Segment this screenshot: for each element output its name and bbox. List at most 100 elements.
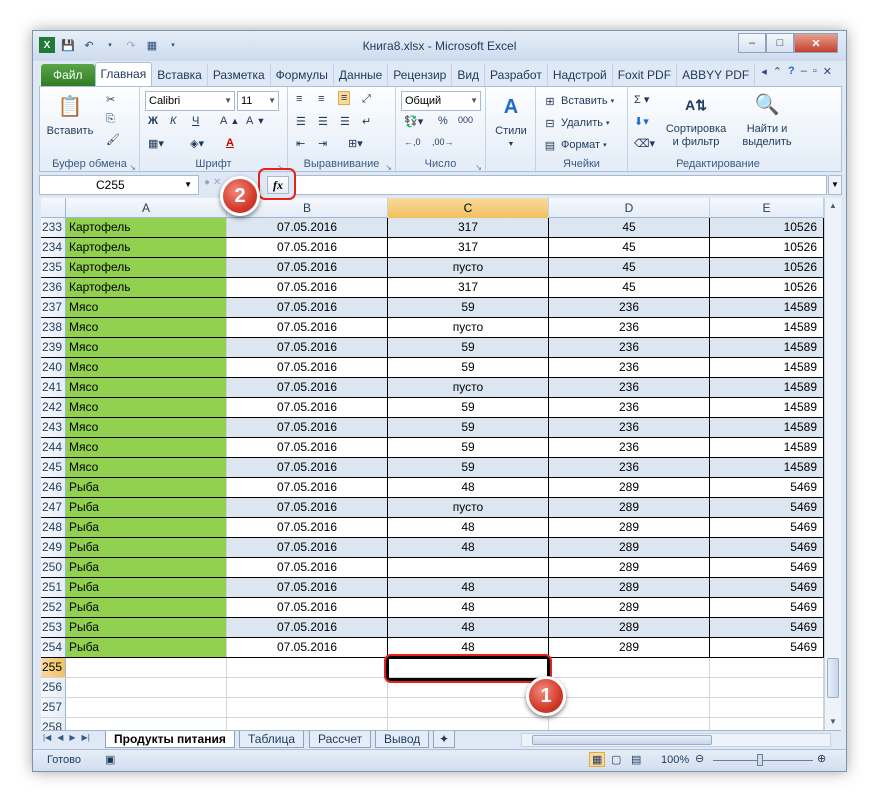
cell-product[interactable]: Картофель xyxy=(66,258,227,277)
cell-d[interactable]: 45 xyxy=(549,238,710,257)
cell-product[interactable]: Мясо xyxy=(66,298,227,317)
minimize-ribbon-icon[interactable]: ⌃ xyxy=(773,65,782,78)
zoom-in-icon[interactable]: ⊕ xyxy=(817,752,826,765)
row-header[interactable]: 252 xyxy=(41,598,66,617)
wrap-text-icon[interactable]: ↵ xyxy=(362,115,371,128)
cell-e[interactable]: 14589 xyxy=(710,318,824,337)
sheet-tab-output[interactable]: Вывод xyxy=(375,731,430,748)
row-header[interactable]: 235 xyxy=(41,258,66,277)
align-right-icon[interactable]: ☰ xyxy=(340,115,350,128)
cell-product[interactable]: Рыба xyxy=(66,518,227,537)
zoom-slider[interactable] xyxy=(713,760,813,761)
increase-decimal-icon[interactable]: ←,0 xyxy=(404,137,421,147)
cell-c[interactable]: 48 xyxy=(388,578,549,597)
empty-cell[interactable] xyxy=(549,698,710,717)
sheet-tab-table[interactable]: Таблица xyxy=(239,731,305,748)
row-header[interactable]: 249 xyxy=(41,538,66,557)
cell-d[interactable]: 45 xyxy=(549,218,710,237)
tab-home[interactable]: Главная xyxy=(94,62,153,86)
italic-button[interactable]: К xyxy=(170,115,176,127)
insert-cells-button[interactable]: ⊞ Вставить ▾ xyxy=(542,93,614,109)
cell-e[interactable]: 14589 xyxy=(710,358,824,377)
cut-icon[interactable]: ✂ xyxy=(106,93,115,106)
doc-minimize-icon[interactable]: – xyxy=(801,65,807,78)
empty-cell[interactable] xyxy=(388,718,549,730)
empty-cell[interactable] xyxy=(549,678,710,697)
scroll-down-icon[interactable]: ▼ xyxy=(825,714,841,730)
cell-date[interactable]: 07.05.2016 xyxy=(227,498,388,517)
cell-product[interactable]: Рыба xyxy=(66,538,227,557)
tab-foxit-pdf[interactable]: Foxit PDF xyxy=(613,64,678,86)
cell-e[interactable]: 10526 xyxy=(710,218,824,237)
cell-date[interactable]: 07.05.2016 xyxy=(227,478,388,497)
cell-product[interactable]: Мясо xyxy=(66,318,227,337)
cell-product[interactable]: Мясо xyxy=(66,378,227,397)
cell-product[interactable]: Рыба xyxy=(66,478,227,497)
insert-sheet-icon[interactable]: ✦ xyxy=(433,731,456,748)
cell-d[interactable]: 236 xyxy=(549,398,710,417)
tab-addins[interactable]: Надстрой xyxy=(548,64,613,86)
align-bottom-icon[interactable]: ≡ xyxy=(338,91,351,105)
cell-product[interactable]: Мясо xyxy=(66,398,227,417)
cell-c[interactable]: пусто xyxy=(388,498,549,517)
cell-d[interactable]: 236 xyxy=(549,358,710,377)
cell-d[interactable]: 289 xyxy=(549,598,710,617)
cell-d[interactable]: 236 xyxy=(549,458,710,477)
cell-product[interactable]: Рыба xyxy=(66,498,227,517)
delete-cells-button[interactable]: ⊟ Удалить ▾ xyxy=(542,115,609,131)
row-header[interactable]: 238 xyxy=(41,318,66,337)
cell-product[interactable]: Рыба xyxy=(66,558,227,577)
cell-date[interactable]: 07.05.2016 xyxy=(227,578,388,597)
last-sheet-icon[interactable]: ▶| xyxy=(82,733,90,742)
doc-restore-icon[interactable]: ▫ xyxy=(813,65,817,78)
column-header-c[interactable]: C xyxy=(388,198,549,218)
tab-review[interactable]: Рецензир xyxy=(388,64,453,86)
cell-date[interactable]: 07.05.2016 xyxy=(227,518,388,537)
cell-date[interactable]: 07.05.2016 xyxy=(227,538,388,557)
underline-button[interactable]: Ч xyxy=(192,115,199,127)
decrease-decimal-icon[interactable]: ,00→ xyxy=(432,137,454,147)
row-header[interactable]: 258 xyxy=(41,718,66,730)
cell-date[interactable]: 07.05.2016 xyxy=(227,398,388,417)
row-header[interactable]: 250 xyxy=(41,558,66,577)
cell-e[interactable]: 5469 xyxy=(710,498,824,517)
row-header[interactable]: 240 xyxy=(41,358,66,377)
empty-cell[interactable] xyxy=(388,698,549,717)
fill-icon[interactable]: ⬇▾ xyxy=(634,115,649,128)
format-painter-icon[interactable]: 🖌 xyxy=(106,133,120,146)
empty-cell[interactable] xyxy=(66,658,227,677)
tab-abbyy-pdf[interactable]: ABBYY PDF xyxy=(677,64,756,86)
zoom-level[interactable]: 100% xyxy=(661,754,689,766)
cell-e[interactable]: 14589 xyxy=(710,298,824,317)
find-select-button[interactable]: 🔍 Найти и выделить xyxy=(734,89,800,149)
cell-date[interactable]: 07.05.2016 xyxy=(227,418,388,437)
cell-c[interactable]: 48 xyxy=(388,478,549,497)
expand-formula-bar-icon[interactable]: ▼ xyxy=(828,175,842,195)
cell-c[interactable]: пусто xyxy=(388,318,549,337)
row-header[interactable]: 245 xyxy=(41,458,66,477)
cell-c[interactable]: 48 xyxy=(388,538,549,557)
fill-color-icon[interactable]: ◈▾ xyxy=(190,137,204,150)
sort-filter-button[interactable]: A⇅ Сортировка и фильтр xyxy=(660,89,732,149)
vertical-scrollbar[interactable]: ▲ ▼ xyxy=(824,198,841,730)
cell-product[interactable]: Рыба xyxy=(66,578,227,597)
borders-icon[interactable]: ▦▾ xyxy=(148,137,164,150)
row-header[interactable]: 255 xyxy=(41,658,66,677)
cell-date[interactable]: 07.05.2016 xyxy=(227,258,388,277)
close-button[interactable]: ✕ xyxy=(794,33,838,53)
cell-date[interactable]: 07.05.2016 xyxy=(227,318,388,337)
cell-e[interactable]: 5469 xyxy=(710,478,824,497)
page-break-view-icon[interactable]: ▤ xyxy=(631,753,641,766)
thousands-button[interactable]: 000 xyxy=(458,115,473,125)
page-layout-view-icon[interactable]: ▢ xyxy=(611,753,621,766)
clear-icon[interactable]: ⌫▾ xyxy=(634,137,655,150)
empty-cell[interactable] xyxy=(66,698,227,717)
cell-e[interactable]: 5469 xyxy=(710,598,824,617)
empty-cell[interactable] xyxy=(549,658,710,677)
row-header[interactable]: 247 xyxy=(41,498,66,517)
cell-d[interactable]: 45 xyxy=(549,278,710,297)
cell-d[interactable]: 236 xyxy=(549,338,710,357)
cell-date[interactable]: 07.05.2016 xyxy=(227,598,388,617)
cell-d[interactable]: 289 xyxy=(549,638,710,657)
cell-d[interactable]: 236 xyxy=(549,298,710,317)
